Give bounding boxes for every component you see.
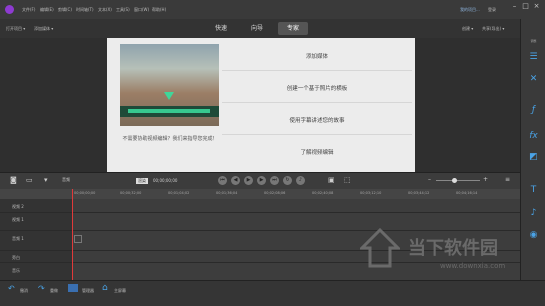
home-screen-button[interactable]: 主屏幕 — [114, 288, 126, 294]
undo-button[interactable]: 撤消 — [20, 288, 28, 294]
titles-icon[interactable]: T — [521, 185, 545, 195]
render-button[interactable]: 渲染 — [136, 178, 148, 184]
go-to-start-icon[interactable]: ⏮ — [218, 176, 227, 185]
fx-icon[interactable]: fx — [521, 131, 545, 141]
project-name: 我的项目... — [460, 7, 480, 12]
zoom-in-icon[interactable]: + — [483, 176, 488, 183]
playhead[interactable] — [72, 189, 73, 280]
loop-icon[interactable]: ↻ — [283, 176, 292, 185]
timeline-bar-graphic — [128, 109, 210, 113]
track-divider — [0, 212, 520, 213]
timecode-display: 00;00;00;00 — [153, 178, 178, 183]
share-button[interactable]: 共享(导出) ▾ — [482, 26, 504, 32]
menu-text[interactable]: 文本(X) — [98, 7, 112, 13]
ruler-tick: 00;03;44;12 — [408, 191, 430, 195]
adjust-icon[interactable]: ☰ — [521, 52, 545, 62]
ruler-tick: 00;04;16;14 — [456, 191, 478, 195]
watermark-url: www.downxia.com — [440, 262, 506, 270]
watermark: 当下软件园 www.downxia.com — [340, 220, 540, 280]
ruler-tick: 00;01;36;04 — [216, 191, 238, 195]
menu-edit[interactable]: 编辑(E) — [40, 7, 54, 13]
menu-help[interactable]: 帮助(H) — [152, 7, 166, 13]
app-logo — [5, 5, 14, 14]
zoom-slider-track[interactable] — [436, 180, 480, 181]
arrow-down-icon — [164, 92, 174, 100]
tab-quick[interactable]: 快速 — [206, 22, 236, 35]
divider — [222, 70, 412, 71]
marker-icon[interactable]: ▾ — [44, 176, 48, 184]
step-forward-icon[interactable]: ▶ — [257, 176, 266, 185]
zoom-out-icon[interactable]: – — [428, 176, 431, 183]
play-icon[interactable]: ▶ — [244, 176, 253, 185]
link-learn-editing[interactable]: 了解视频编辑 — [222, 148, 412, 156]
music-icon[interactable]: ♪ — [521, 208, 545, 218]
home-icon[interactable]: ⌂ — [102, 283, 108, 293]
organizer-icon[interactable] — [68, 284, 78, 292]
sign-in-link[interactable]: 登录 — [488, 7, 496, 13]
create-button[interactable]: 创建 ▾ — [462, 26, 473, 32]
tab-guided[interactable]: 向导 — [242, 22, 272, 35]
snapshot-icon[interactable]: ▣ — [328, 176, 335, 184]
adjust-label: 调整 — [530, 39, 537, 43]
settings-icon[interactable]: ≡ — [505, 176, 510, 183]
tab-expert[interactable]: 专家 — [278, 22, 308, 35]
ruler-tick: 00;03;12;10 — [360, 191, 382, 195]
link-photo-montage[interactable]: 创建一个基于照片的横板 — [222, 84, 412, 92]
transitions-icon[interactable]: ◩ — [521, 152, 545, 162]
ruler-tick: 00;00;32;00 — [120, 191, 142, 195]
maximize-icon[interactable]: □ — [521, 2, 530, 11]
track-label: 视频 1 — [12, 217, 24, 222]
audio-mixer-button[interactable]: 音频 — [62, 177, 70, 183]
menu-bar: 文件(F) 编辑(E) 剪辑(C) 时间轴(T) 文本(X) 工具(S) 窗口(… — [0, 0, 545, 19]
tools-icon[interactable]: ✕ — [521, 74, 545, 84]
watermark-logo-icon — [360, 228, 400, 268]
ruler-tick: 00;00;00;00 — [74, 191, 96, 195]
track-label: 旁白 — [12, 255, 20, 260]
track-label: 音频 1 — [12, 236, 24, 241]
track-label: 视频 2 — [12, 204, 24, 209]
redo-button[interactable]: 重做 — [50, 288, 58, 294]
link-narrative-titles[interactable]: 使用字幕讲述您的故事 — [222, 116, 412, 124]
undo-icon[interactable]: ↶ — [8, 284, 15, 293]
menu-tools[interactable]: 工具(S) — [116, 7, 130, 13]
welcome-prompt: 不需要协助视频编辑？我们来指导您完成！ — [122, 136, 218, 142]
watermark-brand: 当下软件园 — [408, 238, 498, 259]
fullscreen-icon[interactable]: ⬚ — [344, 176, 351, 184]
minimize-icon[interactable]: – — [510, 2, 519, 11]
track-label: 音乐 — [12, 268, 20, 273]
open-project-button[interactable]: 打开项目 ▾ — [6, 26, 25, 32]
organizer-button[interactable]: 管理器 — [82, 288, 94, 294]
go-to-end-icon[interactable]: ⏭ — [270, 176, 279, 185]
redo-icon[interactable]: ↷ — [38, 284, 45, 293]
track-icon[interactable]: ▭ — [26, 176, 33, 184]
menu-clip[interactable]: 剪辑(C) — [58, 7, 72, 13]
audio-clip-marker[interactable] — [74, 235, 82, 243]
divider — [222, 102, 412, 103]
ruler-tick: 00;02;40;08 — [312, 191, 334, 195]
menu-file[interactable]: 文件(F) — [22, 7, 35, 13]
link-add-media[interactable]: 添加媒体 — [222, 52, 412, 60]
camera-icon[interactable]: ◙ — [10, 176, 17, 184]
welcome-image — [120, 44, 219, 126]
zoom-slider-handle[interactable] — [452, 178, 457, 183]
add-media-button[interactable]: 添加媒体 ▾ — [34, 26, 53, 32]
volume-icon[interactable]: ♪ — [296, 176, 305, 185]
effects-icon[interactable]: ƒ — [521, 105, 545, 115]
divider — [222, 134, 412, 135]
menu-window[interactable]: 窗口(W) — [134, 7, 149, 13]
menu-timeline[interactable]: 时间轴(T) — [76, 7, 94, 13]
ruler-tick: 00;01;04;02 — [168, 191, 190, 195]
close-icon[interactable]: × — [532, 2, 541, 11]
step-back-icon[interactable]: ◀ — [231, 176, 240, 185]
ruler-tick: 00;02;08;06 — [264, 191, 286, 195]
